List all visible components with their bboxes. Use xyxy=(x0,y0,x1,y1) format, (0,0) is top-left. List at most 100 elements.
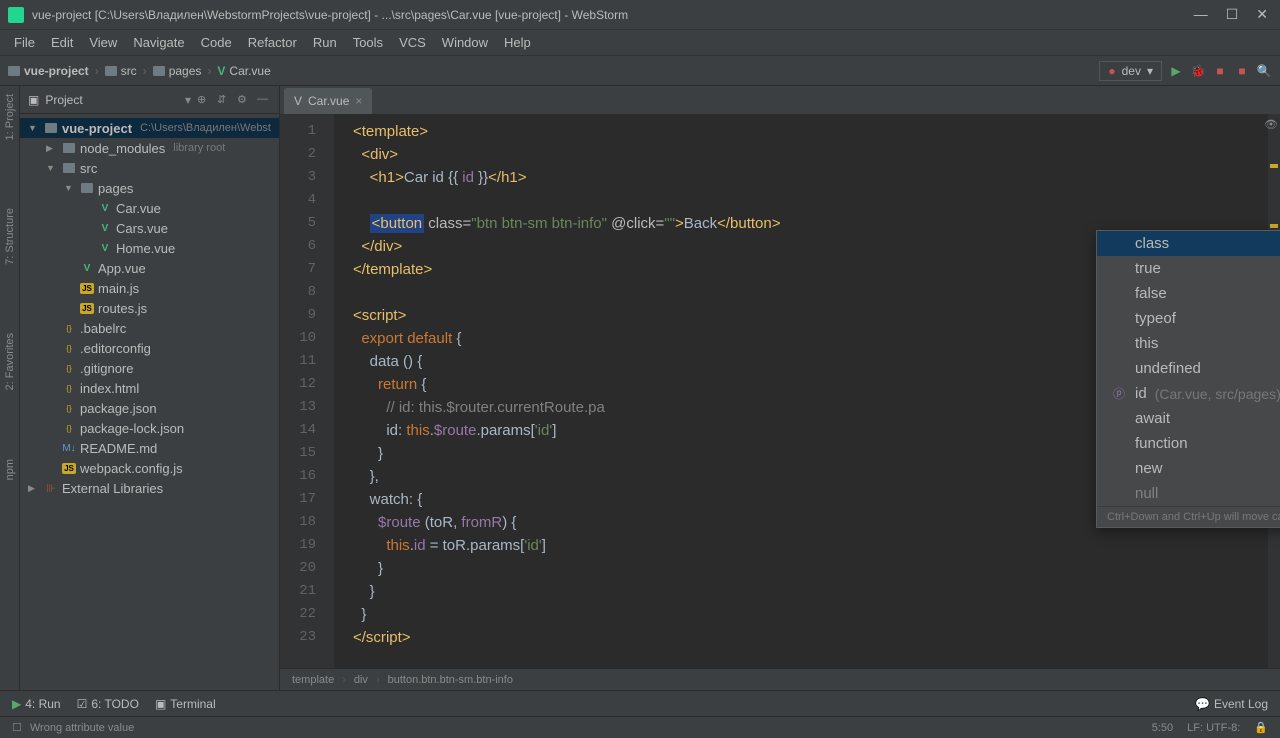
completion-item[interactable]: true xyxy=(1097,256,1280,281)
locate-icon[interactable]: ⊕ xyxy=(197,93,211,107)
bc-button[interactable]: button.btn.btn-sm.btn-info xyxy=(388,674,513,686)
close-icon[interactable]: ✕ xyxy=(1256,6,1268,23)
bc-template[interactable]: template xyxy=(292,674,334,686)
tree-item[interactable]: VCar.vue xyxy=(20,198,279,218)
tree-external[interactable]: ▶⊪External Libraries xyxy=(20,478,279,498)
menu-edit[interactable]: Edit xyxy=(45,32,79,53)
completion-item[interactable]: null xyxy=(1097,481,1280,506)
tree-item[interactable]: {}.editorconfig xyxy=(20,338,279,358)
minimize-icon[interactable]: — xyxy=(1194,6,1208,23)
project-panel: ▣ Project ▾ ⊕ ⇵ ⚙ — ▼vue-projectC:\Users… xyxy=(20,86,280,690)
warning-marker[interactable] xyxy=(1270,164,1278,168)
completion-item[interactable]: false xyxy=(1097,281,1280,306)
terminal-tool[interactable]: ▣Terminal xyxy=(155,697,216,711)
editor-area: V Car.vue × 1234567891011121314151617181… xyxy=(280,86,1280,690)
project-tree[interactable]: ▼vue-projectC:\Users\Владилен\Webst▶node… xyxy=(20,114,279,690)
file-icon: V xyxy=(98,221,112,235)
menu-refactor[interactable]: Refactor xyxy=(242,32,303,53)
folder-icon xyxy=(8,66,20,76)
hide-icon[interactable]: — xyxy=(257,93,271,107)
file-icon: JS xyxy=(62,461,76,475)
npm-icon: ● xyxy=(1108,64,1115,78)
breadcrumb-src[interactable]: src xyxy=(105,64,137,78)
breadcrumb-file[interactable]: VCar.vue xyxy=(217,64,270,78)
chevron-right-icon: › xyxy=(376,674,380,686)
completion-item[interactable]: typeof xyxy=(1097,306,1280,331)
tree-item[interactable]: {}package.json xyxy=(20,398,279,418)
rail-favorites[interactable]: 2: Favorites xyxy=(2,329,18,394)
completion-item[interactable]: await xyxy=(1097,406,1280,431)
status-lock-icon[interactable]: 🔒 xyxy=(1254,721,1268,734)
completion-item[interactable]: undefined xyxy=(1097,356,1280,381)
search-button[interactable]: 🔍 xyxy=(1256,63,1272,79)
left-tool-rail: 1: Project 7: Structure 2: Favorites npm xyxy=(0,86,20,690)
rail-structure[interactable]: 7: Structure xyxy=(2,204,18,269)
tree-item[interactable]: JSwebpack.config.js xyxy=(20,458,279,478)
rail-project[interactable]: 1: Project xyxy=(2,90,18,144)
menu-run[interactable]: Run xyxy=(307,32,343,53)
completion-item[interactable]: new xyxy=(1097,456,1280,481)
breadcrumb-pages[interactable]: pages xyxy=(153,64,202,78)
status-message: Wrong attribute value xyxy=(30,722,134,734)
run-config-select[interactable]: ● dev ▾ xyxy=(1099,61,1162,81)
stop-button[interactable]: ■ xyxy=(1212,63,1228,79)
tree-item[interactable]: VApp.vue xyxy=(20,258,279,278)
app-logo-icon xyxy=(8,7,24,23)
gear-icon[interactable]: ⚙ xyxy=(237,93,251,107)
run-tool[interactable]: ▶4: Run xyxy=(12,697,61,711)
chevron-down-icon[interactable]: ▾ xyxy=(185,93,191,107)
tree-item[interactable]: ▼pages xyxy=(20,178,279,198)
maximize-icon[interactable]: ☐ xyxy=(1226,6,1239,23)
menu-file[interactable]: File xyxy=(8,32,41,53)
balloon-icon: 💬 xyxy=(1195,697,1210,711)
debug-button[interactable]: 🐞 xyxy=(1190,63,1206,79)
status-encoding[interactable]: LF: UTF-8: xyxy=(1187,722,1240,734)
rail-npm[interactable]: npm xyxy=(2,455,18,484)
chevron-right-icon: › xyxy=(342,674,346,686)
menu-code[interactable]: Code xyxy=(195,32,238,53)
editor-breadcrumb: template › div › button.btn.btn-sm.btn-i… xyxy=(280,668,1280,690)
close-tab-icon[interactable]: × xyxy=(355,94,362,108)
completion-item[interactable]: ⓟid(Car.vue, src/pages) xyxy=(1097,381,1280,406)
project-icon: ▣ xyxy=(28,93,39,107)
tree-item[interactable]: JSroutes.js xyxy=(20,298,279,318)
eye-icon[interactable]: 👁 xyxy=(1264,118,1278,131)
status-position[interactable]: 5:50 xyxy=(1152,722,1173,734)
tree-item[interactable]: {}.gitignore xyxy=(20,358,279,378)
menu-vcs[interactable]: VCS xyxy=(393,32,432,53)
tree-item[interactable]: ▶node_moduleslibrary root xyxy=(20,138,279,158)
breadcrumb-root[interactable]: vue-project xyxy=(8,64,89,78)
todo-tool[interactable]: ☑6: TODO xyxy=(77,697,139,711)
menu-view[interactable]: View xyxy=(83,32,123,53)
tree-item[interactable]: JSmain.js xyxy=(20,278,279,298)
menu-tools[interactable]: Tools xyxy=(347,32,389,53)
completion-item[interactable]: this xyxy=(1097,331,1280,356)
file-icon: {} xyxy=(62,401,76,415)
tree-item[interactable]: VCars.vue xyxy=(20,218,279,238)
event-log[interactable]: 💬Event Log xyxy=(1195,697,1268,711)
completion-popup[interactable]: classtruefalsetypeofthisundefinedⓟid(Car… xyxy=(1096,230,1280,528)
tree-item[interactable]: M↓README.md xyxy=(20,438,279,458)
menu-window[interactable]: Window xyxy=(436,32,494,53)
completion-item[interactable]: function xyxy=(1097,431,1280,456)
tree-item[interactable]: {}.babelrc xyxy=(20,318,279,338)
completion-item[interactable]: class xyxy=(1097,231,1280,256)
status-sidebar-icon[interactable]: ☐ xyxy=(12,721,22,734)
warning-marker[interactable] xyxy=(1270,224,1278,228)
file-icon: {} xyxy=(62,361,76,375)
menu-navigate[interactable]: Navigate xyxy=(127,32,190,53)
collapse-icon[interactable]: ⇵ xyxy=(217,93,231,107)
vue-icon: V xyxy=(294,94,302,108)
tab-carvue[interactable]: V Car.vue × xyxy=(284,88,372,114)
run-button[interactable]: ▶ xyxy=(1168,63,1184,79)
tree-item[interactable]: {}package-lock.json xyxy=(20,418,279,438)
tree-item[interactable]: VHome.vue xyxy=(20,238,279,258)
chevron-down-icon: ▾ xyxy=(1147,64,1153,78)
window-title: vue-project [C:\Users\Владилен\WebstormP… xyxy=(32,8,1194,22)
tree-item[interactable]: ▼src xyxy=(20,158,279,178)
menu-help[interactable]: Help xyxy=(498,32,537,53)
stop2-button[interactable]: ■ xyxy=(1234,63,1250,79)
bc-div[interactable]: div xyxy=(354,674,368,686)
tree-item[interactable]: {}index.html xyxy=(20,378,279,398)
tree-root[interactable]: ▼vue-projectC:\Users\Владилен\Webst xyxy=(20,118,279,138)
